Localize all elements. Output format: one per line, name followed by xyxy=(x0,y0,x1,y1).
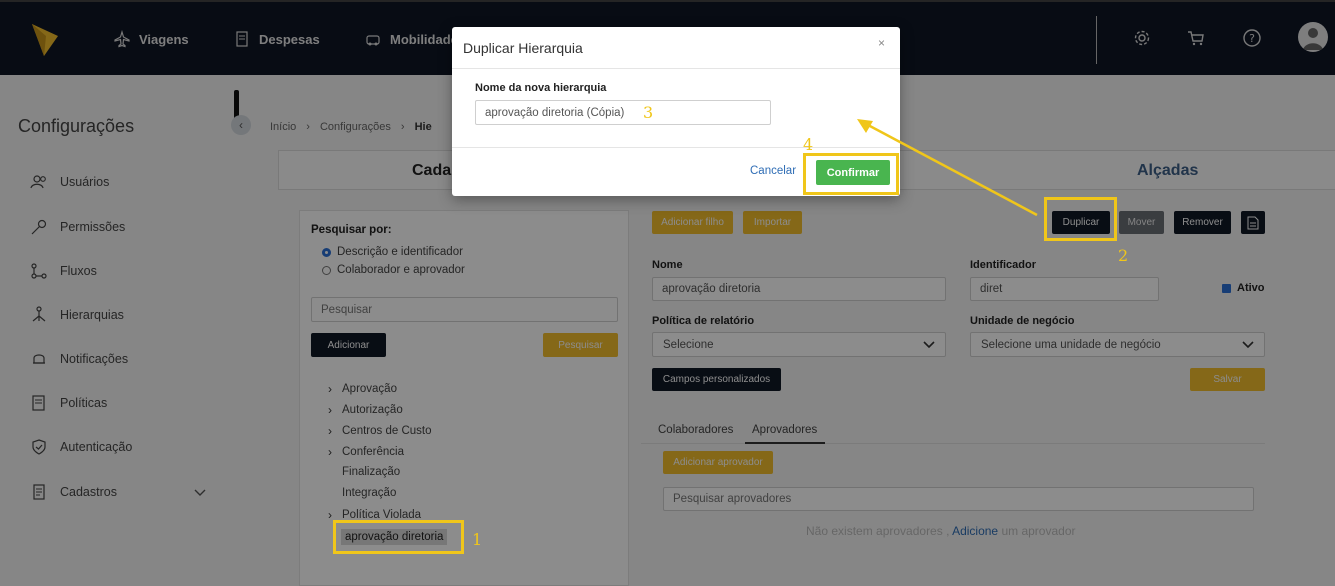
annotation-number: 4 xyxy=(803,135,814,154)
new-hierarchy-label: Nome da nova hierarquia xyxy=(475,82,607,94)
annotation-number: 2 xyxy=(1118,246,1129,265)
annotation-box xyxy=(1044,197,1117,241)
new-hierarchy-input[interactable]: aprovação diretoria (Cópia) xyxy=(475,100,771,125)
cancel-button[interactable]: Cancelar xyxy=(750,165,796,177)
annotation-number: 3 xyxy=(643,103,654,122)
annotation-number: 1 xyxy=(472,530,483,549)
divider xyxy=(452,147,900,148)
annotation-box xyxy=(333,520,464,554)
annotation-box xyxy=(803,153,899,195)
divider xyxy=(452,68,900,69)
modal-title: Duplicar Hierarquia xyxy=(463,40,583,56)
close-icon[interactable]: × xyxy=(878,36,885,50)
